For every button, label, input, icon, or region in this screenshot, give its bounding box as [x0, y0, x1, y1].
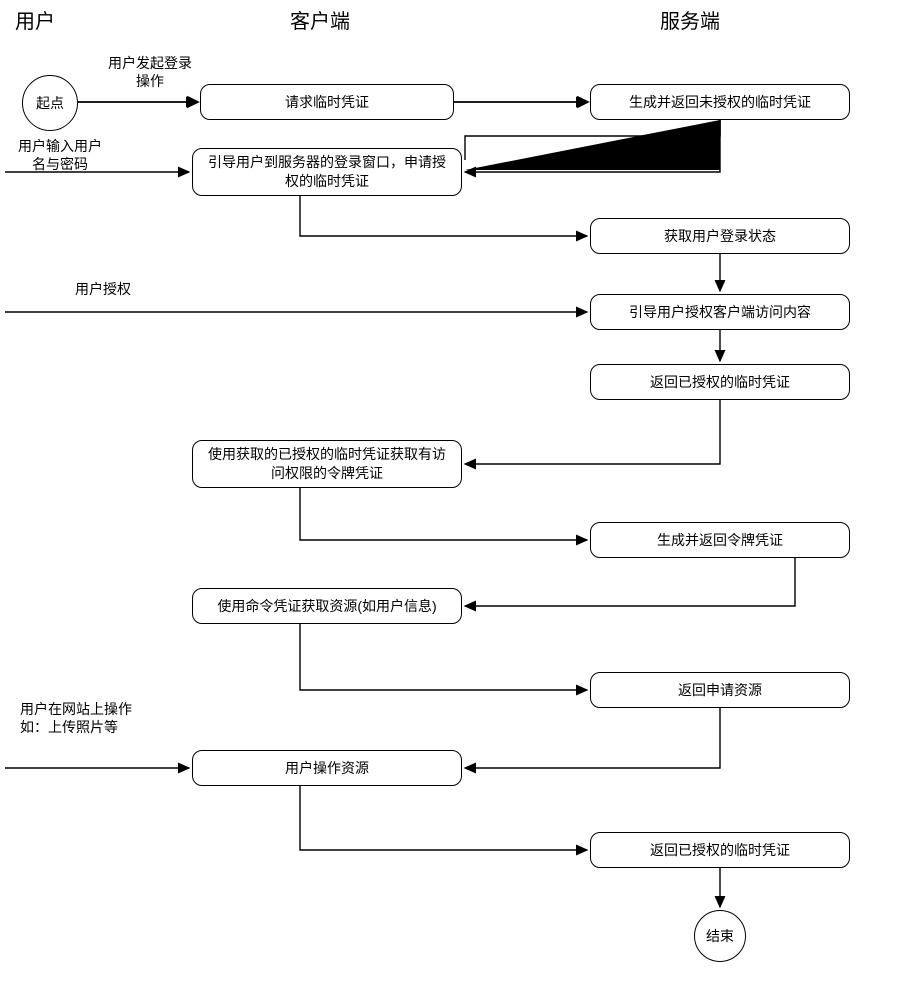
annot-login-action: 用户发起登录操作 — [95, 54, 205, 90]
lane-client: 客户端 — [290, 5, 350, 34]
client-user-op-resource: 用户操作资源 — [192, 750, 462, 786]
client-request-temp: 请求临时凭证 — [200, 84, 454, 120]
annot-enter-creds: 用户输入用户名与密码 — [0, 137, 120, 173]
lane-server: 服务端 — [660, 5, 720, 34]
client-use-authorized-temp: 使用获取的已授权的临时凭证获取有访问权限的令牌凭证 — [192, 440, 462, 488]
server-return-resource: 返回申请资源 — [590, 672, 850, 708]
server-return-authorized-temp: 返回已授权的临时凭证 — [590, 364, 850, 400]
server-guide-authorize: 引导用户授权客户端访问内容 — [590, 294, 850, 330]
client-guide-login: 引导用户到服务器的登录窗口，申请授权的临时凭证 — [192, 148, 462, 196]
server-gen-unauth-temp: 生成并返回未授权的临时凭证 — [590, 84, 850, 120]
start-node: 起点 — [22, 75, 78, 131]
server-gen-return-token: 生成并返回令牌凭证 — [590, 522, 850, 558]
client-use-token-get-res: 使用命令凭证获取资源(如用户信息) — [192, 588, 462, 624]
server-get-login-status: 获取用户登录状态 — [590, 218, 850, 254]
lane-user: 用户 — [15, 5, 55, 34]
end-node: 结束 — [694, 910, 746, 962]
server-return-authorized-temp2: 返回已授权的临时凭证 — [590, 832, 850, 868]
annot-operate: 用户在网站上操作如：上传照片等 — [20, 700, 180, 736]
annot-authorize: 用户授权 — [75, 280, 131, 298]
